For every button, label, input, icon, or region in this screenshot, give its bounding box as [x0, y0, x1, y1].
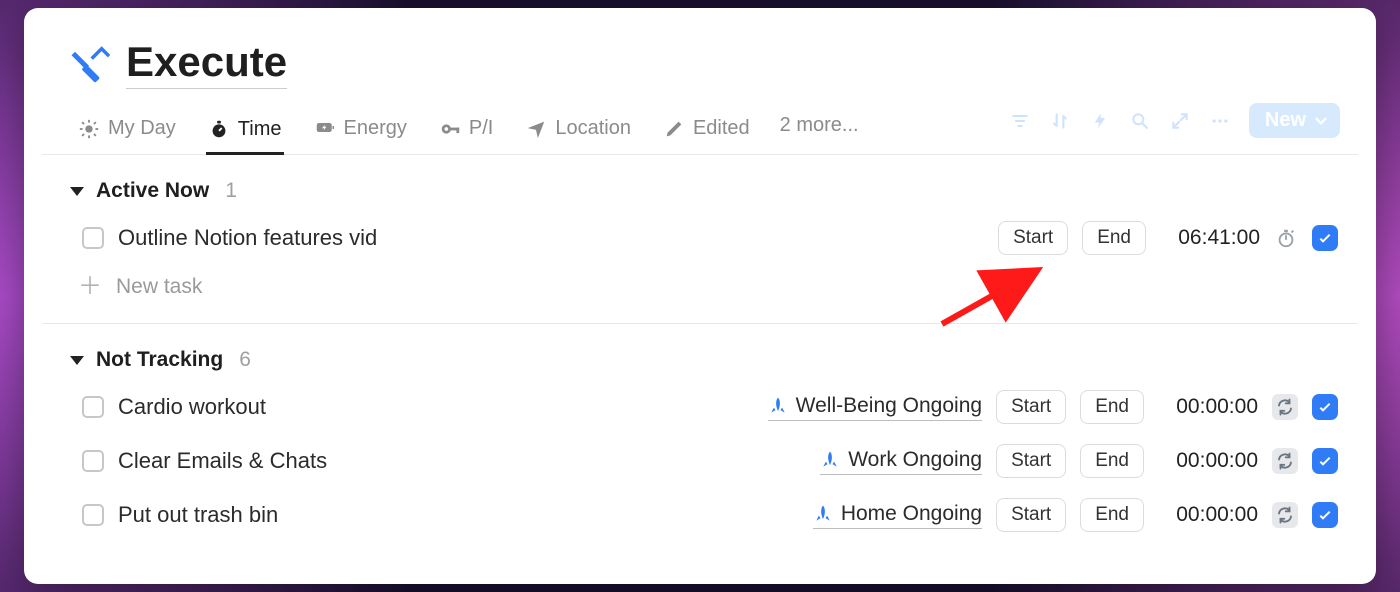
- end-button[interactable]: End: [1080, 390, 1144, 424]
- new-button[interactable]: New: [1249, 103, 1340, 138]
- start-button[interactable]: Start: [998, 221, 1068, 255]
- done-toggle[interactable]: [1312, 225, 1338, 251]
- new-task-button[interactable]: ＋ New task: [42, 265, 1358, 324]
- group-title: Not Tracking: [96, 348, 223, 372]
- page-title[interactable]: Execute: [126, 38, 287, 89]
- tab-label: Energy: [344, 117, 407, 140]
- task-row[interactable]: Put out trash bin Home Ongoing Start End…: [42, 488, 1358, 542]
- done-toggle[interactable]: [1312, 394, 1338, 420]
- tab-label: Edited: [693, 117, 750, 140]
- group-header-not-tracking[interactable]: Not Tracking 6: [42, 324, 1358, 380]
- end-button[interactable]: End: [1080, 498, 1144, 532]
- end-button[interactable]: End: [1080, 444, 1144, 478]
- project-label: Home Ongoing: [841, 502, 982, 526]
- tab-location[interactable]: Location: [523, 111, 633, 154]
- done-toggle[interactable]: [1312, 502, 1338, 528]
- filter-icon[interactable]: [1009, 110, 1031, 132]
- tab-time[interactable]: Time: [206, 112, 284, 155]
- views-tab-bar: My Day Time Energy P/I Location: [42, 89, 1358, 155]
- repeat-icon: [1272, 448, 1298, 474]
- elapsed-time: 00:00:00: [1158, 449, 1258, 473]
- bolt-icon[interactable]: [1089, 110, 1111, 132]
- tab-edited[interactable]: Edited: [661, 111, 752, 154]
- tab-label: Time: [238, 118, 282, 141]
- task-checkbox[interactable]: [82, 227, 104, 249]
- task-title[interactable]: Clear Emails & Chats: [118, 448, 327, 474]
- repeat-icon: [1272, 394, 1298, 420]
- title-row: Execute: [42, 38, 1358, 89]
- project-label: Well-Being Ongoing: [796, 394, 982, 418]
- tab-my-day[interactable]: My Day: [76, 111, 178, 154]
- chevron-down-icon: [1312, 112, 1330, 130]
- execute-hammer-icon: [66, 41, 112, 87]
- elapsed-time: 00:00:00: [1158, 395, 1258, 419]
- repeat-icon: [1272, 502, 1298, 528]
- task-title[interactable]: Put out trash bin: [118, 502, 278, 528]
- location-arrow-icon: [525, 118, 547, 140]
- project-link[interactable]: Home Ongoing: [813, 502, 982, 529]
- task-title[interactable]: Outline Notion features vid: [118, 225, 377, 251]
- tab-label: P/I: [469, 117, 493, 140]
- start-button[interactable]: Start: [996, 444, 1066, 478]
- rocket-icon: [813, 504, 833, 524]
- plus-icon: ＋: [78, 275, 102, 299]
- expand-icon[interactable]: [1169, 110, 1191, 132]
- collapse-triangle-icon: [70, 187, 84, 196]
- tab-energy[interactable]: Energy: [312, 111, 409, 154]
- task-checkbox[interactable]: [82, 396, 104, 418]
- tab-pi[interactable]: P/I: [437, 111, 495, 154]
- new-button-label: New: [1265, 109, 1306, 132]
- project-label: Work Ongoing: [848, 448, 982, 472]
- task-checkbox[interactable]: [82, 450, 104, 472]
- project-link[interactable]: Work Ongoing: [820, 448, 982, 475]
- done-toggle[interactable]: [1312, 448, 1338, 474]
- elapsed-time: 00:00:00: [1158, 503, 1258, 527]
- group-title: Active Now: [96, 179, 209, 203]
- sort-icon[interactable]: [1049, 110, 1071, 132]
- task-row[interactable]: Clear Emails & Chats Work Ongoing Start …: [42, 434, 1358, 488]
- tab-label: Location: [555, 117, 631, 140]
- app-card: Execute My Day Time Energy P/I: [24, 8, 1376, 584]
- project-link[interactable]: Well-Being Ongoing: [768, 394, 982, 421]
- new-task-label: New task: [116, 275, 202, 299]
- task-title[interactable]: Cardio workout: [118, 394, 266, 420]
- collapse-triangle-icon: [70, 356, 84, 365]
- pencil-icon: [663, 118, 685, 140]
- stopwatch-icon: [208, 118, 230, 140]
- task-row[interactable]: Cardio workout Well-Being Ongoing Start …: [42, 380, 1358, 434]
- group-header-active-now[interactable]: Active Now 1: [42, 155, 1358, 211]
- more-views-button[interactable]: 2 more...: [780, 114, 859, 151]
- sun-icon: [78, 118, 100, 140]
- group-count: 6: [239, 348, 251, 372]
- group-count: 1: [225, 179, 237, 203]
- battery-bolt-icon: [314, 118, 336, 140]
- task-checkbox[interactable]: [82, 504, 104, 526]
- end-button[interactable]: End: [1082, 221, 1146, 255]
- view-toolbar: New: [1009, 103, 1340, 138]
- rocket-icon: [768, 396, 788, 416]
- key-icon: [439, 118, 461, 140]
- tab-label: My Day: [108, 117, 176, 140]
- more-icon[interactable]: [1209, 110, 1231, 132]
- start-button[interactable]: Start: [996, 390, 1066, 424]
- search-icon[interactable]: [1129, 110, 1151, 132]
- start-button[interactable]: Start: [996, 498, 1066, 532]
- stopwatch-small-icon: [1274, 226, 1298, 250]
- rocket-icon: [820, 450, 840, 470]
- elapsed-time: 06:41:00: [1160, 226, 1260, 250]
- task-row[interactable]: Outline Notion features vid Start End 06…: [42, 211, 1358, 265]
